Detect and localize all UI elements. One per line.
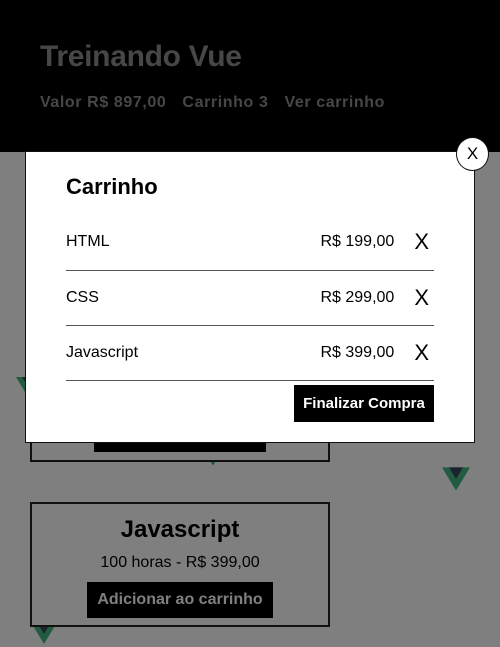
cart-item-price: R$ 299,00 (320, 289, 395, 306)
cart-item: CSS R$ 299,00 X (66, 271, 434, 326)
remove-item-button[interactable]: X (414, 285, 429, 311)
cart-modal: Carrinho HTML R$ 199,00 X CSS R$ 299,00 … (25, 151, 475, 443)
cart-item-price: R$ 399,00 (320, 344, 395, 361)
remove-item-button[interactable]: X (414, 340, 429, 366)
remove-item-button[interactable]: X (414, 229, 429, 255)
cart-item-name: CSS (66, 289, 99, 306)
finalize-purchase-button[interactable]: Finalizar Compra (294, 385, 434, 422)
cart-item-name: HTML (66, 233, 110, 250)
close-modal-button[interactable]: X (456, 137, 489, 171)
modal-title: Carrinho (66, 174, 158, 199)
cart-item: Javascript R$ 399,00 X (66, 326, 434, 381)
cart-list: HTML R$ 199,00 X CSS R$ 299,00 X Javascr… (66, 214, 434, 381)
cart-item-name: Javascript (66, 344, 139, 361)
cart-item-price: R$ 199,00 (320, 233, 395, 250)
cart-item: HTML R$ 199,00 X (66, 214, 434, 271)
